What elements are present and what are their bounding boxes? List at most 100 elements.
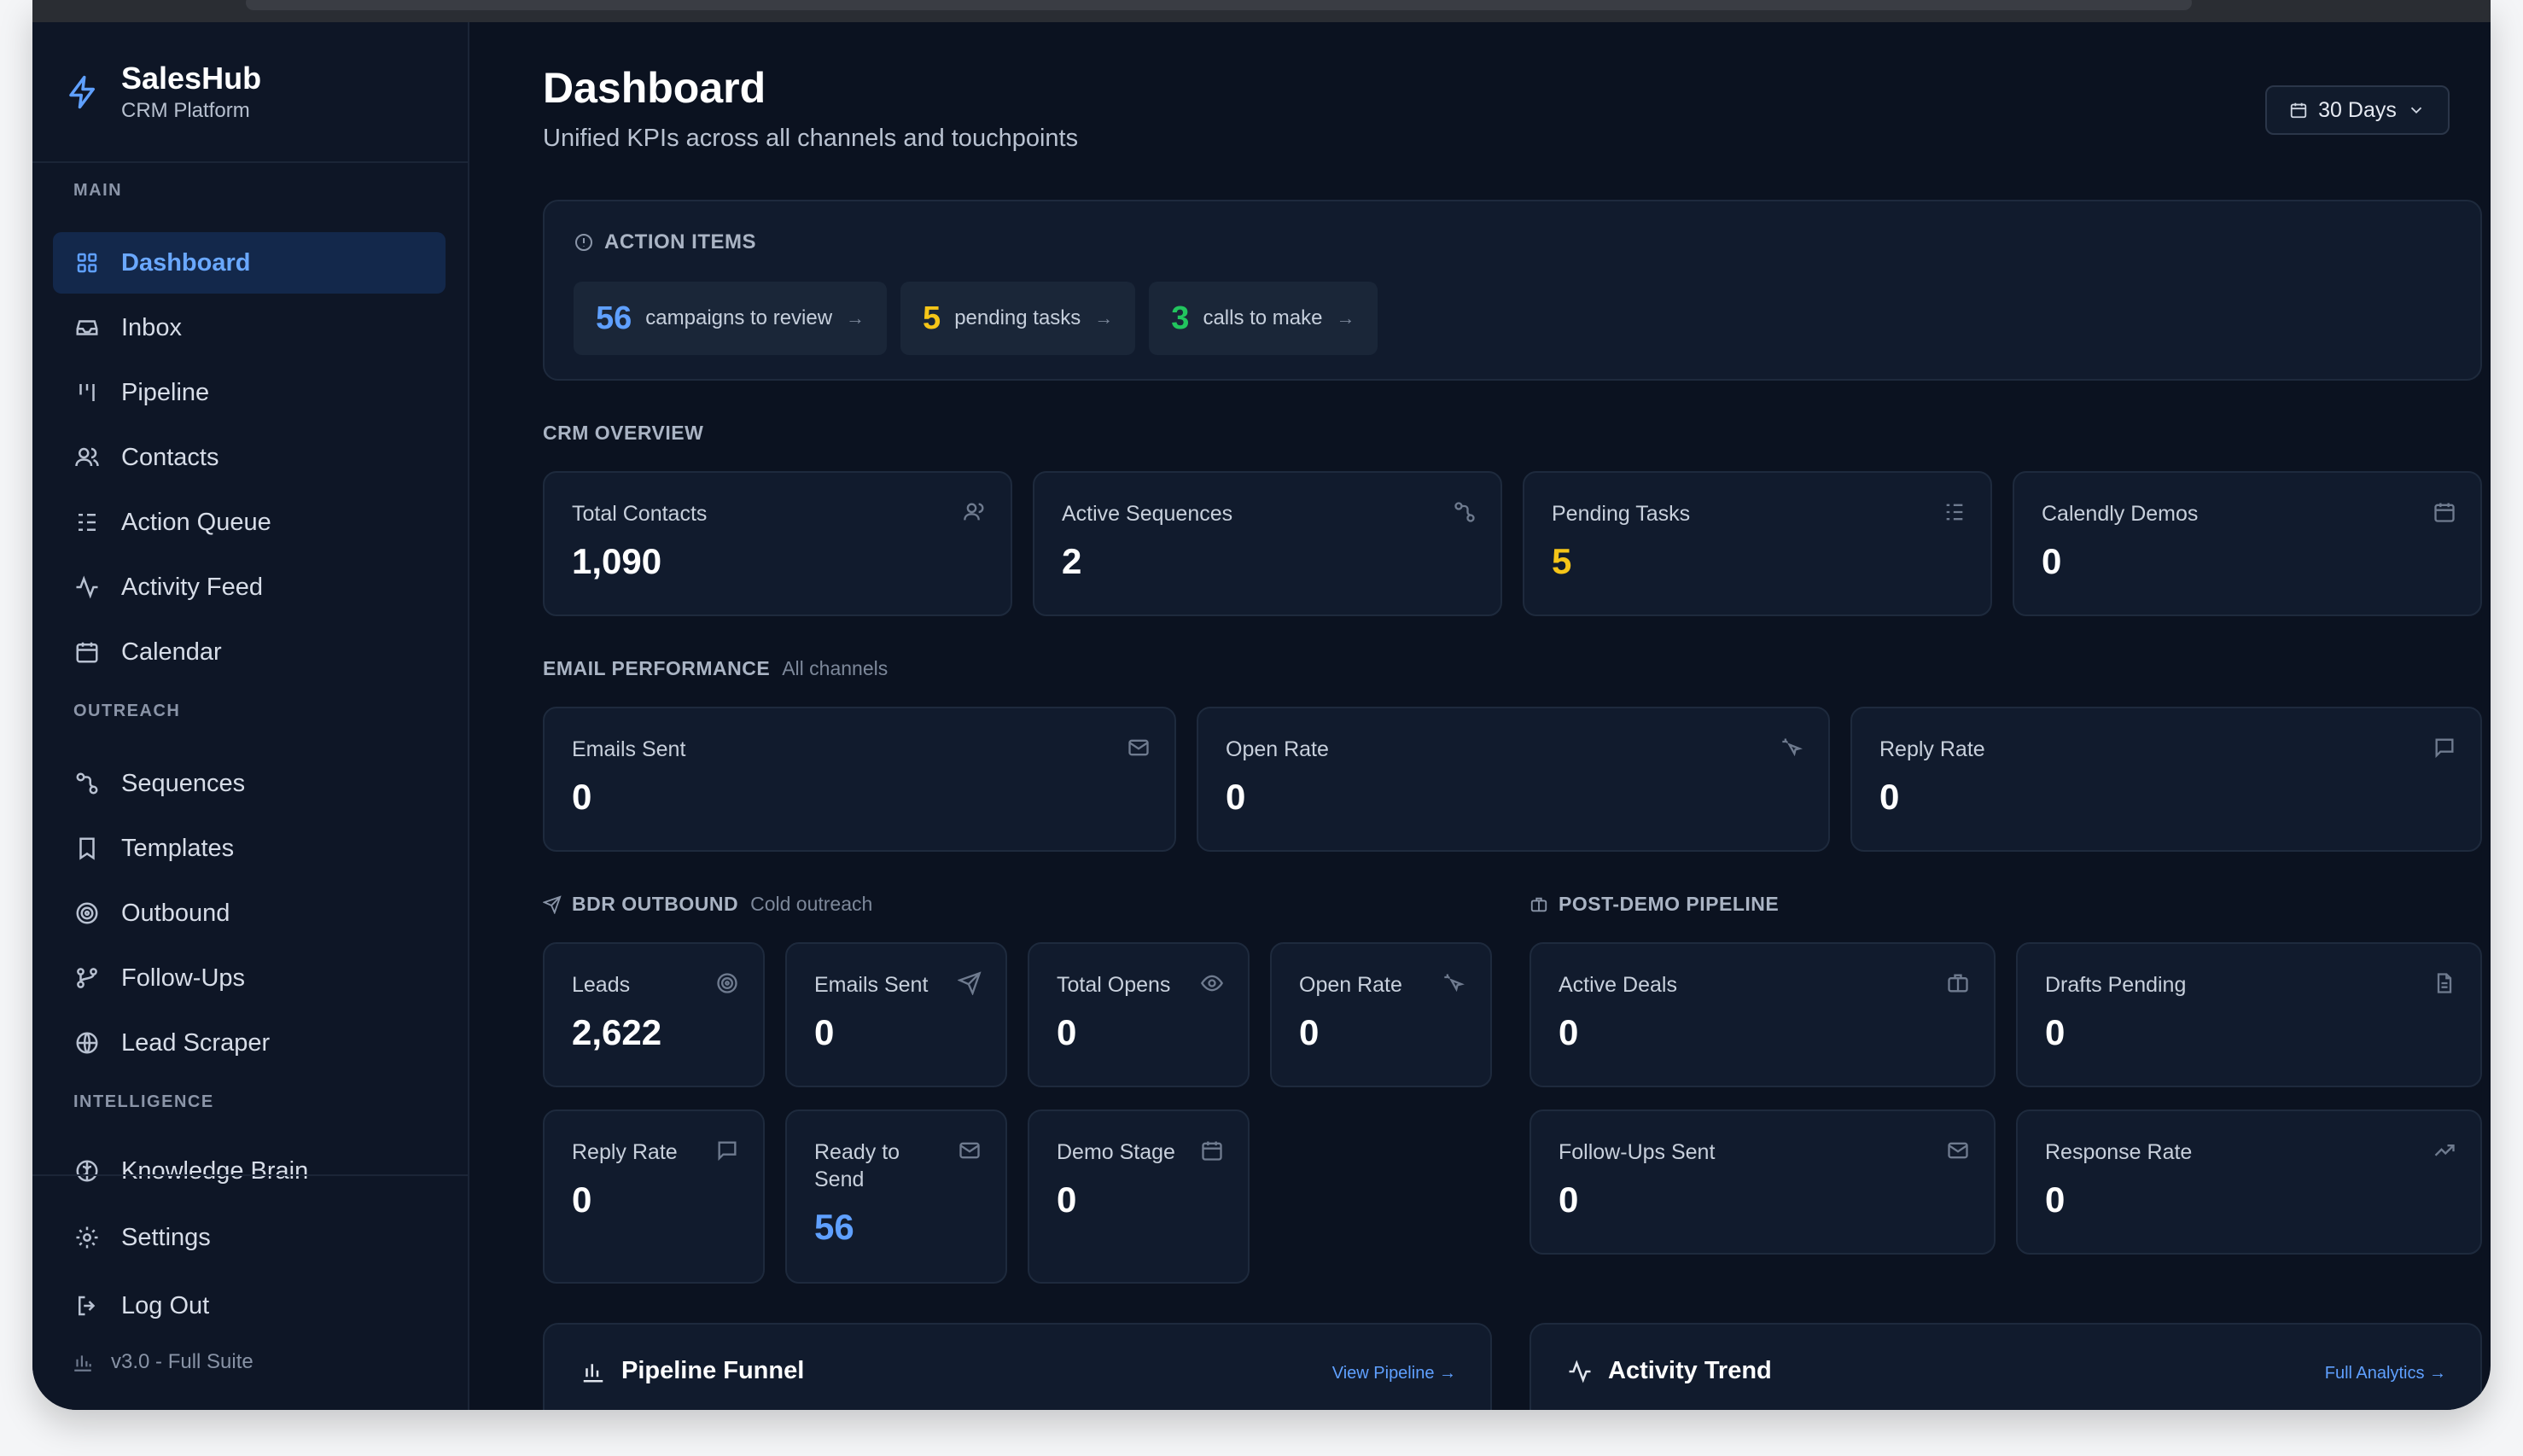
sidebar-item-templates[interactable]: Templates bbox=[53, 818, 446, 879]
kpi-value: 0 bbox=[1299, 1012, 1320, 1052]
sidebar-item-calendar[interactable]: Calendar bbox=[53, 621, 446, 683]
kpi-value: 0 bbox=[572, 1179, 592, 1220]
kpi-card[interactable]: Follow-Ups Sent 0 bbox=[1530, 1109, 1996, 1255]
sidebar-item-label: Knowledge Brain bbox=[121, 1156, 309, 1185]
sidebar-item-lead-scraper[interactable]: Lead Scraper bbox=[53, 1012, 446, 1074]
section-title: EMAIL PERFORMANCE bbox=[543, 657, 771, 679]
chip-campaigns-to-review[interactable]: 56 campaigns to review → bbox=[574, 282, 888, 355]
click-icon bbox=[1780, 736, 1804, 760]
kpi-card[interactable]: Total Contacts 1,090 bbox=[543, 471, 1012, 616]
sidebar-item-inbox[interactable]: Inbox bbox=[53, 297, 446, 358]
section-subtitle: Cold outreach bbox=[750, 893, 873, 915]
kpi-card[interactable]: Active Sequences 2 bbox=[1033, 471, 1502, 616]
inbox-icon bbox=[73, 314, 101, 341]
sidebar-item-settings[interactable]: Settings bbox=[53, 1207, 446, 1268]
sidebar-item-dashboard[interactable]: Dashboard bbox=[53, 232, 446, 294]
arrow-right-icon: → bbox=[1336, 307, 1355, 329]
kpi-card[interactable]: Ready to Send 56 bbox=[785, 1109, 1007, 1284]
chip-count: 5 bbox=[923, 300, 941, 336]
mail-icon bbox=[958, 1139, 982, 1162]
sidebar-item-pipeline[interactable]: Pipeline bbox=[53, 362, 446, 423]
calendar-icon bbox=[1200, 1139, 1224, 1162]
kpi-value: 0 bbox=[1057, 1179, 1077, 1220]
kpi-label: Leads bbox=[572, 973, 631, 997]
kpi-card[interactable]: Reply Rate 0 bbox=[543, 1109, 765, 1284]
sidebar-item-sequences[interactable]: Sequences bbox=[53, 753, 446, 814]
sidebar-item-label: Templates bbox=[121, 834, 235, 862]
kpi-card[interactable]: Emails Sent 0 bbox=[543, 707, 1176, 852]
kpi-card[interactable]: Emails Sent 0 bbox=[785, 942, 1007, 1087]
kpi-card[interactable]: Pending Tasks 5 bbox=[1523, 471, 1992, 616]
full-analytics-link[interactable]: Full Analytics → bbox=[2325, 1364, 2446, 1383]
address-bar[interactable] bbox=[246, 0, 2192, 10]
kpi-label: Reply Rate bbox=[572, 1140, 678, 1164]
chevron-down-icon bbox=[2410, 107, 2422, 114]
kpi-value: 0 bbox=[2042, 541, 2062, 581]
section-email-performance: EMAIL PERFORMANCE All channels bbox=[543, 657, 888, 680]
section-title: POST-DEMO PIPELINE bbox=[1559, 893, 1780, 915]
sidebar-item-outbound[interactable]: Outbound bbox=[53, 882, 446, 944]
sidebar-item-label: Sequences bbox=[121, 769, 246, 797]
kpi-card[interactable]: Total Opens 0 bbox=[1028, 942, 1250, 1087]
page-title: Dashboard bbox=[543, 64, 766, 112]
kpi-card[interactable]: Drafts Pending 0 bbox=[2016, 942, 2482, 1087]
kpi-card[interactable]: Response Rate 0 bbox=[2016, 1109, 2482, 1255]
chip-text: calls to make bbox=[1203, 306, 1323, 329]
view-pipeline-link[interactable]: View Pipeline → bbox=[1332, 1364, 1456, 1383]
kpi-card[interactable]: Open Rate 0 bbox=[1197, 707, 1830, 852]
pipeline-funnel-panel: Pipeline Funnel View Pipeline → bbox=[543, 1323, 1492, 1410]
arrow-right-icon: → bbox=[1094, 307, 1114, 329]
kpi-label: Ready to Send bbox=[814, 1140, 900, 1191]
action-items-label: ACTION ITEMS bbox=[604, 230, 756, 253]
bar-chart-icon bbox=[74, 1355, 91, 1372]
columns-icon bbox=[73, 379, 101, 406]
sidebar-item-label: Pipeline bbox=[121, 378, 210, 406]
kpi-card[interactable]: Active Deals 0 bbox=[1530, 942, 1996, 1087]
kpi-label: Drafts Pending bbox=[2045, 973, 2187, 997]
section-title: BDR OUTBOUND bbox=[572, 893, 739, 915]
kpi-label: Emails Sent bbox=[572, 737, 686, 761]
sidebar-item-label: Outbound bbox=[121, 899, 230, 927]
app-window: SalesHub CRM Platform MAIN Dashboard Inb… bbox=[32, 0, 2491, 1410]
users-icon bbox=[963, 500, 987, 524]
section-subtitle: All channels bbox=[782, 657, 889, 679]
kpi-value: 0 bbox=[1879, 777, 1900, 817]
panel-title: Activity Trend bbox=[1608, 1357, 1772, 1384]
section-label-outreach: OUTREACH bbox=[73, 702, 181, 720]
kpi-label: Total Contacts bbox=[572, 502, 708, 526]
sidebar-item-contacts[interactable]: Contacts bbox=[53, 427, 446, 488]
action-items-panel: ACTION ITEMS 56 campaigns to review → 5 … bbox=[543, 200, 2482, 381]
section-crm-overview: CRM OVERVIEW bbox=[543, 422, 703, 445]
sidebar-item-label: Follow-Ups bbox=[121, 964, 246, 992]
kpi-value: 5 bbox=[1552, 541, 1572, 581]
section-label-main: MAIN bbox=[73, 181, 123, 200]
brand[interactable]: SalesHub CRM Platform bbox=[65, 61, 261, 123]
sidebar-item-action-queue[interactable]: Action Queue bbox=[53, 492, 446, 553]
brain-icon bbox=[73, 1157, 101, 1185]
calendar-icon bbox=[2290, 102, 2307, 119]
mail-icon bbox=[1127, 736, 1151, 760]
chip-calls-to-make[interactable]: 3 calls to make → bbox=[1149, 282, 1378, 355]
kpi-card[interactable]: Reply Rate 0 bbox=[1850, 707, 2482, 852]
chip-pending-tasks[interactable]: 5 pending tasks → bbox=[900, 282, 1136, 355]
sidebar-item-label: Log Out bbox=[121, 1291, 210, 1319]
date-range-label: 30 Days bbox=[2318, 97, 2397, 122]
sidebar-item-log-out[interactable]: Log Out bbox=[53, 1275, 446, 1337]
kpi-card[interactable]: Demo Stage 0 bbox=[1028, 1109, 1250, 1284]
kpi-value: 1,090 bbox=[572, 541, 662, 581]
kpi-value: 2,622 bbox=[572, 1012, 662, 1052]
sidebar-divider bbox=[32, 1174, 468, 1176]
kpi-card[interactable]: Open Rate 0 bbox=[1270, 942, 1492, 1087]
kpi-card[interactable]: Leads 2,622 bbox=[543, 942, 765, 1087]
kpi-value: 56 bbox=[814, 1207, 854, 1247]
trend-up-icon bbox=[2433, 1139, 2456, 1162]
sidebar-item-knowledge-brain[interactable]: Knowledge Brain bbox=[53, 1140, 446, 1202]
kpi-card[interactable]: Calendly Demos 0 bbox=[2013, 471, 2482, 616]
bar-chart-icon bbox=[583, 1363, 603, 1382]
bolt-icon bbox=[69, 75, 95, 109]
sidebar-item-activity-feed[interactable]: Activity Feed bbox=[53, 556, 446, 618]
sidebar-item-follow-ups[interactable]: Follow-Ups bbox=[53, 947, 446, 1009]
sidebar-item-label: Dashboard bbox=[121, 248, 251, 277]
message-icon bbox=[2433, 736, 2456, 760]
date-range-button[interactable]: 30 Days bbox=[2265, 85, 2450, 135]
